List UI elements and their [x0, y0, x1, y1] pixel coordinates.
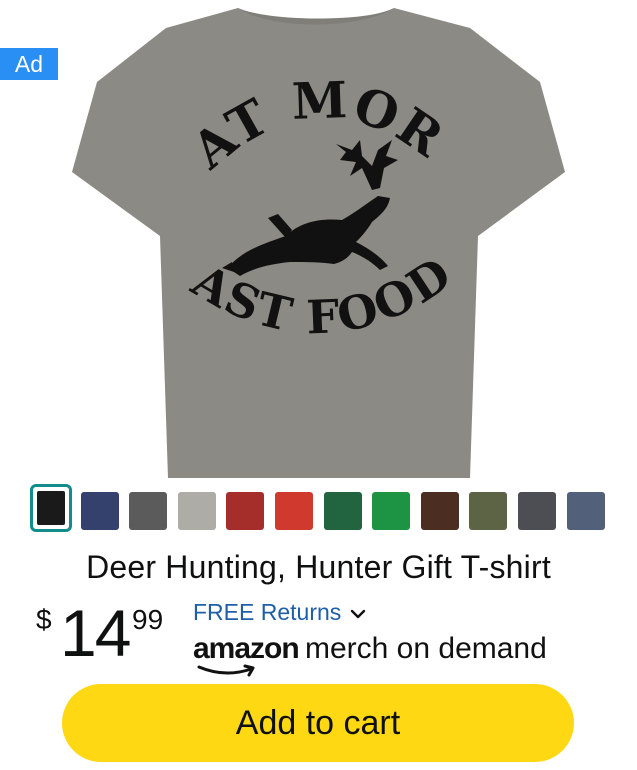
color-swatch-black[interactable]	[30, 484, 72, 532]
ad-badge[interactable]: Ad	[0, 48, 58, 80]
amazon-smile-icon	[197, 664, 255, 677]
price-currency-symbol: $	[36, 604, 52, 635]
product-title[interactable]: Deer Hunting, Hunter Gift T-shirt	[0, 545, 637, 589]
chevron-down-icon	[351, 609, 366, 619]
price-fraction: 99	[132, 604, 164, 635]
product-image[interactable]: EAT MORE FAST FOOD.	[0, 0, 637, 480]
color-swatch-heather-grey[interactable]	[177, 492, 216, 530]
tshirt-illustration: EAT MORE FAST FOOD.	[0, 0, 565, 478]
color-swatch-slate[interactable]	[566, 492, 605, 530]
color-swatch-kelly-green-dark[interactable]	[323, 492, 362, 530]
price-whole: 14	[60, 596, 131, 670]
color-swatch-red[interactable]	[275, 492, 313, 530]
color-swatch-cranberry[interactable]	[226, 492, 265, 530]
color-swatch-fill	[37, 491, 65, 525]
merch-tagline: merch on demand	[305, 632, 547, 665]
amazon-logo-text: amazon	[193, 632, 300, 665]
free-returns-label: FREE Returns	[193, 599, 342, 625]
color-swatches	[30, 484, 612, 536]
color-swatch-brown[interactable]	[420, 492, 459, 530]
add-to-cart-button[interactable]: Add to cart	[62, 684, 574, 762]
color-swatch-asphalt[interactable]	[518, 492, 556, 530]
color-swatch-navy[interactable]	[80, 492, 119, 530]
color-swatch-dark-heather[interactable]	[129, 492, 168, 530]
color-swatch-olive[interactable]	[469, 492, 508, 530]
free-returns-link[interactable]: FREE Returns	[193, 597, 367, 627]
color-swatch-kelly-green[interactable]	[372, 492, 411, 530]
